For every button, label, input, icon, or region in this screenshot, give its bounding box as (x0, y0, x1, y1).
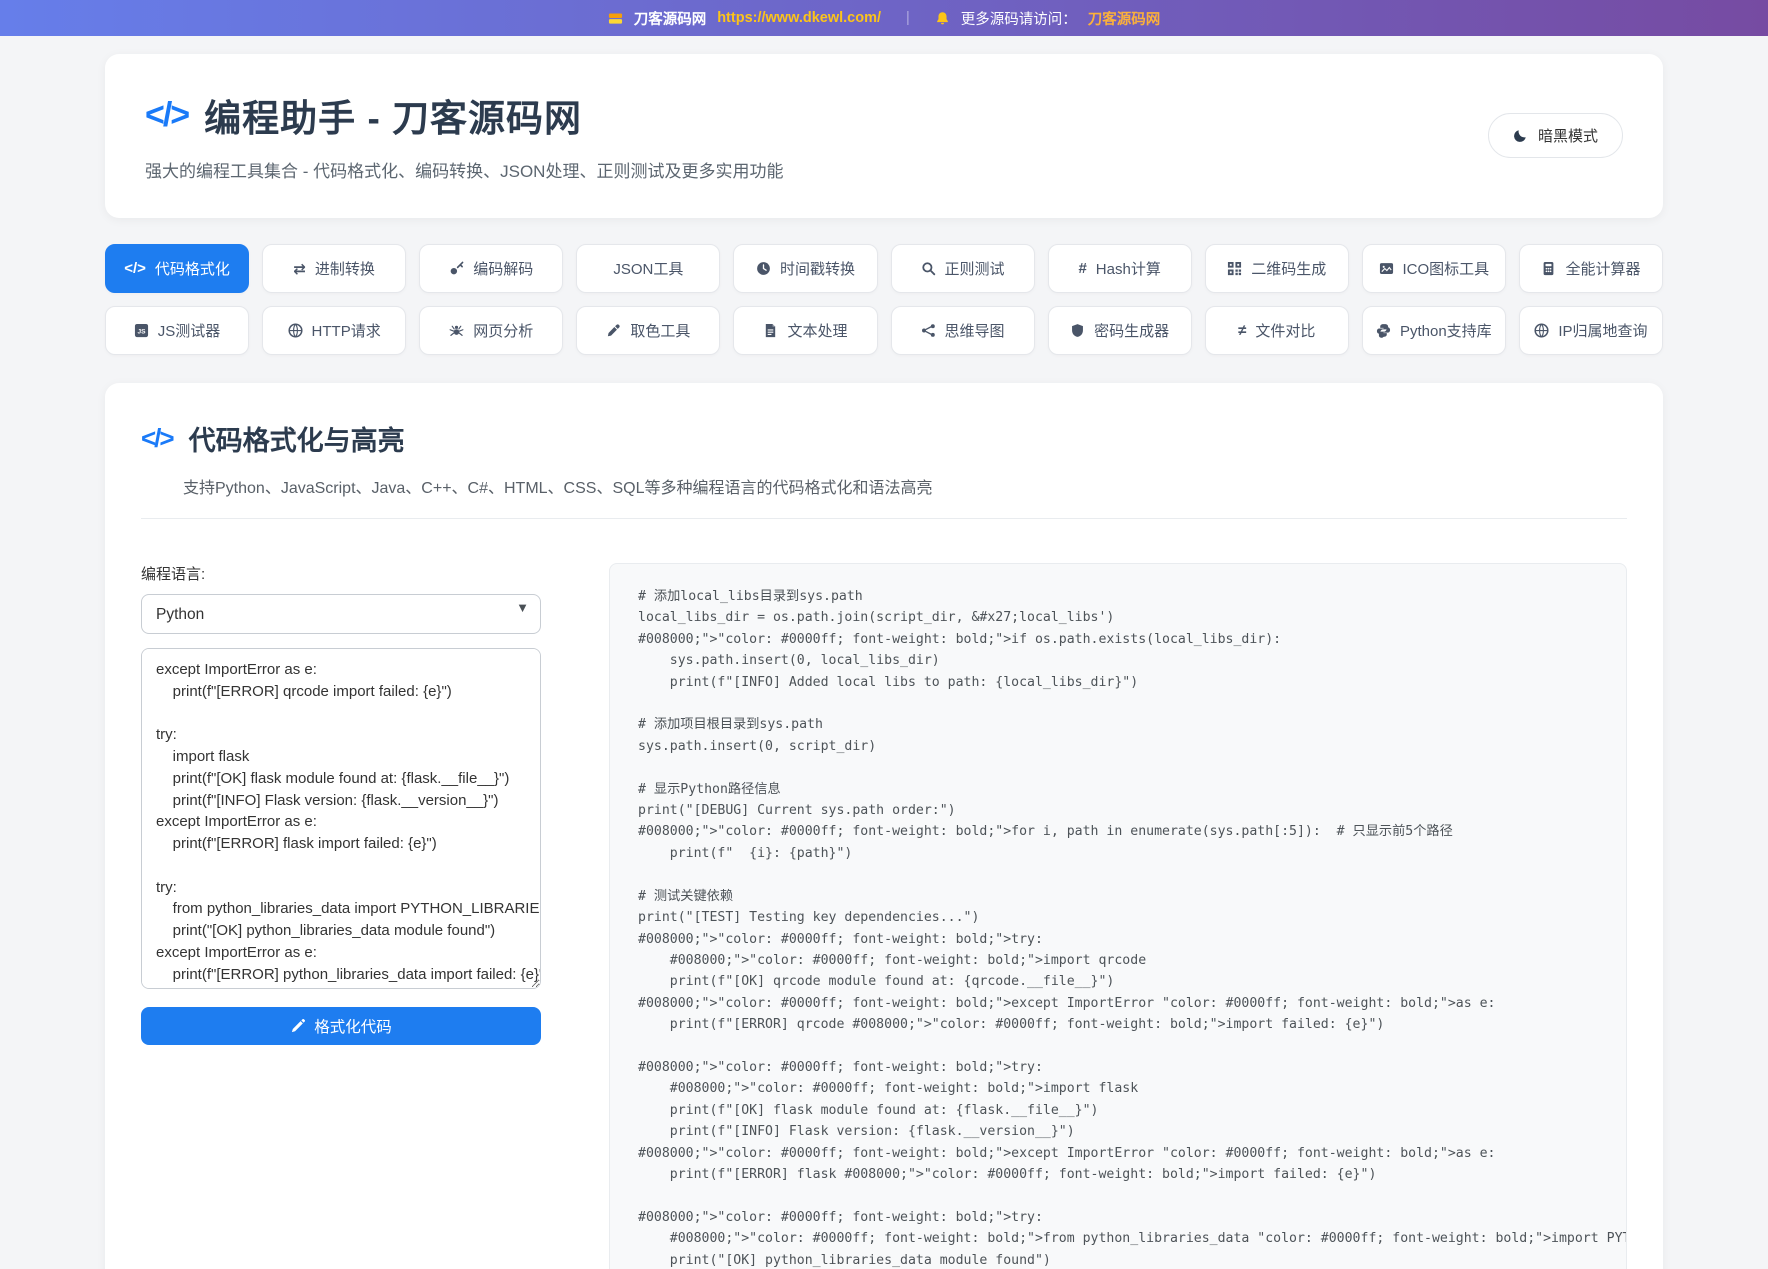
tab-json-tools[interactable]: JSON工具 (576, 244, 720, 293)
tab-js-tester[interactable]: JS JS测试器 (105, 306, 249, 355)
globe-icon (1534, 323, 1549, 338)
format-code-button[interactable]: 格式化代码 (141, 1007, 541, 1045)
document-icon (763, 323, 778, 338)
globe-icon (288, 323, 303, 338)
bell-icon (935, 11, 950, 26)
tab-calculator[interactable]: 全能计算器 (1519, 244, 1663, 293)
code-icon: </> (124, 260, 146, 277)
formatted-code-output: # 添加local_libs目录到sys.path local_libs_dir… (638, 586, 1598, 1269)
tab-webpage-analysis[interactable]: 网页分析 (419, 306, 563, 355)
tab-label: 正则测试 (945, 258, 1005, 279)
topbar-site-url-link[interactable]: https://www.dkewl.com/ (717, 10, 881, 26)
python-icon (1376, 323, 1391, 338)
output-panel: # 添加local_libs目录到sys.path local_libs_dir… (609, 563, 1627, 1269)
tab-ico-tool[interactable]: ICO图标工具 (1362, 244, 1506, 293)
eyedropper-icon (606, 323, 621, 338)
tab-label: JSON工具 (613, 258, 683, 279)
header-card: </> 编程助手 - 刀客源码网 强大的编程工具集合 - 代码格式化、编码转换、… (105, 54, 1663, 218)
page-title: 编程助手 - 刀客源码网 (204, 88, 582, 142)
format-code-label: 格式化代码 (314, 1015, 392, 1037)
js-icon: JS (134, 323, 149, 338)
tab-hash-calc[interactable]: # Hash计算 (1048, 244, 1192, 293)
search-icon (921, 261, 936, 276)
dark-mode-label: 暗黑模式 (1538, 125, 1598, 146)
topbar-more-text: 更多源码请访问： (961, 8, 1077, 29)
tab-color-picker[interactable]: 取色工具 (576, 306, 720, 355)
tab-label: ICO图标工具 (1403, 258, 1490, 279)
tab-label: 网页分析 (473, 320, 533, 341)
svg-text:JS: JS (137, 329, 146, 336)
tab-label: JS测试器 (158, 320, 221, 341)
hash-icon: # (1078, 260, 1086, 277)
tab-label: 取色工具 (630, 320, 690, 341)
tab-python-libs[interactable]: Python支持库 (1362, 306, 1506, 355)
swap-arrows-icon: ⇄ (293, 260, 306, 278)
tab-password-generator[interactable]: 密码生成器 (1048, 306, 1192, 355)
clock-icon (756, 261, 771, 276)
tab-label: 思维导图 (945, 320, 1005, 341)
tab-file-diff[interactable]: ≠ 文件对比 (1205, 306, 1349, 355)
tab-label: 进制转换 (315, 258, 375, 279)
key-icon (449, 261, 464, 276)
tab-code-format[interactable]: </> 代码格式化 (105, 244, 249, 293)
tab-base-convert[interactable]: ⇄ 进制转换 (262, 244, 406, 293)
cards-icon (608, 11, 623, 26)
tab-label: 文本处理 (787, 320, 847, 341)
page-subtitle: 强大的编程工具集合 - 代码格式化、编码转换、JSON处理、正则测试及更多实用功… (145, 157, 1488, 182)
tab-label: 时间戳转换 (780, 258, 855, 279)
tab-label: 密码生成器 (1094, 320, 1169, 341)
tab-label: Python支持库 (1400, 320, 1492, 341)
top-announcement-bar: 刀客源码网 https://www.dkewl.com/ | 更多源码请访问： … (0, 0, 1768, 36)
tab-timestamp-convert[interactable]: 时间戳转换 (733, 244, 877, 293)
tab-label: HTTP请求 (312, 320, 381, 341)
tool-subtitle: 支持Python、JavaScript、Java、C++、C#、HTML、CSS… (183, 474, 1627, 498)
tab-label: Hash计算 (1096, 258, 1161, 279)
spider-icon (449, 323, 464, 338)
topbar-separator: | (906, 10, 910, 26)
image-icon (1379, 261, 1394, 276)
code-icon: </> (145, 96, 188, 135)
tab-ip-lookup[interactable]: IP归属地查询 (1519, 306, 1663, 355)
shield-icon (1070, 323, 1085, 338)
topbar-site-name: 刀客源码网 (634, 8, 707, 29)
tab-qrcode-generate[interactable]: 二维码生成 (1205, 244, 1349, 293)
dark-mode-button[interactable]: 暗黑模式 (1488, 113, 1623, 158)
tab-label: 代码格式化 (155, 258, 230, 279)
toolbar: </> 代码格式化 ⇄ 进制转换 编码解码 JSON工具 时间戳转换 正则测试 # Hash计算 二… (105, 244, 1663, 355)
tab-label: 编码解码 (473, 258, 533, 279)
tab-text-process[interactable]: 文本处理 (733, 306, 877, 355)
language-select[interactable]: Python (141, 594, 541, 634)
qr-icon (1227, 261, 1242, 276)
tab-label: 二维码生成 (1251, 258, 1326, 279)
tab-label: 文件对比 (1255, 320, 1315, 341)
calculator-icon (1541, 261, 1556, 276)
code-icon: </> (141, 423, 173, 454)
tab-encode-decode[interactable]: 编码解码 (419, 244, 563, 293)
divider (141, 518, 1627, 519)
tab-label: IP归属地查询 (1558, 320, 1647, 341)
topbar-more-link[interactable]: 刀客源码网 (1088, 8, 1161, 29)
language-label: 编程语言: (141, 563, 541, 584)
tab-regex-test[interactable]: 正则测试 (891, 244, 1035, 293)
tool-title: 代码格式化与高亮 (189, 419, 405, 458)
tab-label: 全能计算器 (1565, 258, 1640, 279)
editor-panel: 编程语言: Python ▼ except ImportError as e: … (141, 563, 541, 1045)
mindmap-icon (921, 323, 936, 338)
tab-mindmap[interactable]: 思维导图 (891, 306, 1035, 355)
tab-http-request[interactable]: HTTP请求 (262, 306, 406, 355)
code-format-tool-card: </> 代码格式化与高亮 支持Python、JavaScript、Java、C+… (105, 383, 1663, 1269)
pencil-icon (290, 1019, 305, 1034)
moon-icon (1513, 128, 1528, 143)
neq-icon: ≠ (1238, 322, 1246, 339)
code-input[interactable]: except ImportError as e: print(f"[ERROR]… (141, 648, 541, 989)
